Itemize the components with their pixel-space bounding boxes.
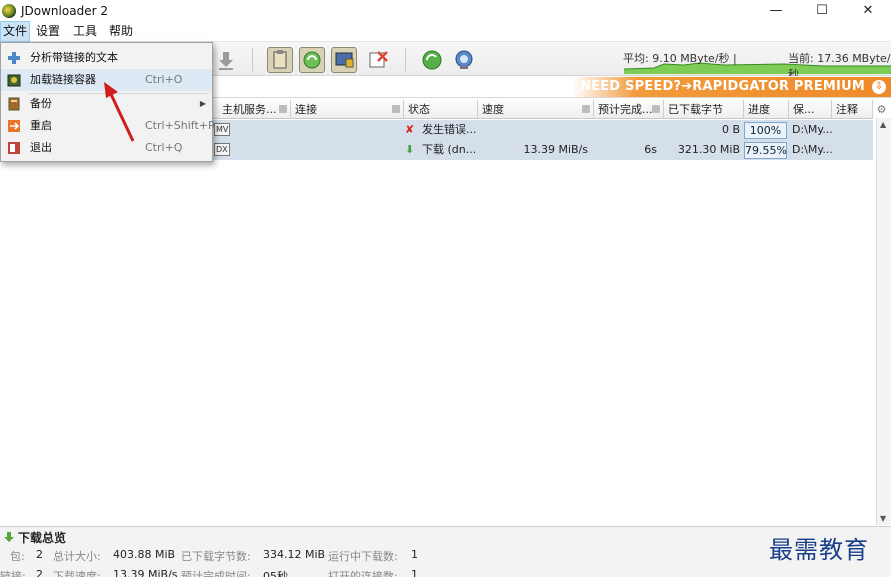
download-speed-value: 13.39 MiB/s (113, 568, 178, 577)
summary-line-1: 包: 2 总计大小: 403.88 MiB 已下载字节数: 334.12 MiB… (0, 548, 891, 563)
column-speed[interactable]: 速度 (478, 100, 594, 119)
download-table: 主机服务... 连接 状态 速度 预计完成... 已下载字节 进度 保... 注… (0, 98, 891, 525)
packages-label: 包: (10, 550, 25, 563)
scroll-up-icon[interactable]: ▲ (880, 120, 886, 129)
menu-item-label: 备份 (30, 97, 52, 110)
column-eta[interactable]: 预计完成... (594, 100, 664, 119)
clear-icon[interactable] (365, 47, 391, 73)
scroll-down-icon[interactable]: ▼ (880, 514, 886, 523)
menu-item-parse-text[interactable]: 分析带链接的文本 (1, 47, 212, 69)
premium-banner[interactable]: NEED SPEED?➔RAPIDGATOR PREMIUM ⇩ (573, 77, 891, 97)
menu-item-label: 重启 (30, 119, 52, 132)
links-label: 链接: (0, 570, 26, 577)
row-status: 发生错误... (422, 123, 477, 136)
annotation-arrow-icon (104, 82, 135, 142)
row-progress: 79.55% (744, 142, 787, 159)
column-progress[interactable]: 进度 (744, 100, 789, 119)
close-button[interactable]: ✕ (845, 0, 891, 21)
watermark-text: 最需教育 (769, 536, 869, 564)
row-loaded: 0 B (721, 123, 740, 136)
lock-icon (392, 105, 400, 113)
eta-value: 05秒 (263, 570, 288, 577)
row-save-to: D:\My... (792, 143, 832, 156)
row-save-to: D:\My... (792, 123, 832, 136)
menu-settings[interactable]: 设置 (34, 21, 62, 42)
premium-icon[interactable] (331, 47, 357, 73)
running-downloads-label: 运行中下载数: (328, 550, 398, 563)
loaded-bytes-value: 334.12 MiB (263, 548, 326, 561)
row-status: 下载 (dn... (422, 143, 477, 156)
open-connections-label: 打开的连接数: (328, 570, 398, 577)
menu-item-label: 分析带链接的文本 (30, 51, 118, 64)
menu-item-label: 退出 (30, 141, 52, 154)
menu-help[interactable]: 帮助 (107, 21, 135, 42)
column-save-to[interactable]: 保... (789, 100, 832, 119)
lock-icon (652, 105, 660, 113)
eta-label: 预计完成时间: (181, 570, 251, 577)
clipboard-icon[interactable] (267, 47, 293, 73)
hoster-badge: MV (214, 123, 231, 136)
download-arrow-icon: ⬇ (405, 143, 415, 156)
menu-item-label: 加载链接容器 (30, 73, 96, 86)
error-icon: ✘ (405, 123, 415, 136)
average-speed: 平均: 9.10 MByte/秒 | (623, 52, 737, 65)
packages-value: 2 (36, 548, 43, 561)
banner-text: NEED SPEED?➔RAPIDGATOR PREMIUM (580, 79, 865, 94)
column-loaded[interactable]: 已下载字节 (664, 100, 744, 119)
menu-item-shortcut: Ctrl+Shift+R (145, 119, 216, 132)
column-status[interactable]: 状态 (404, 100, 478, 119)
toolbar-separator (252, 48, 253, 72)
download-speed-label: 下载速度: (53, 570, 101, 577)
app-logo-icon (2, 3, 16, 18)
column-hoster[interactable]: 主机服务... (218, 100, 291, 119)
update-icon[interactable] (419, 47, 445, 73)
summary-line-2: 链接: 2 下载速度: 13.39 MiB/s 预计完成时间: 05秒 打开的连… (0, 568, 891, 577)
submenu-arrow-icon: ▶ (199, 99, 206, 108)
hoster-badge: DX (214, 143, 230, 156)
exit-icon (7, 141, 21, 155)
lock-icon (279, 105, 287, 113)
banner-arrow-icon: ⇩ (872, 80, 886, 94)
row-speed: 13.39 MiB/s (523, 143, 588, 156)
download-icon[interactable] (213, 47, 239, 73)
column-settings-gear-icon[interactable]: ⚙ (874, 100, 889, 119)
menu-item-shortcut: Ctrl+O (145, 73, 183, 86)
open-connections-value: 1 (411, 568, 418, 577)
row-progress: 100% (744, 122, 787, 139)
total-size-label: 总计大小: (53, 550, 101, 563)
menu-bar: 文件 设置 工具 帮助 (0, 21, 891, 42)
backup-icon (7, 97, 21, 111)
lock-icon (582, 105, 590, 113)
title-bar: JDownloader 2 — ☐ ✕ (0, 0, 891, 21)
vertical-scrollbar[interactable]: ▲ ▼ (876, 118, 891, 525)
total-size-value: 403.88 MiB (113, 548, 176, 561)
toolbar-separator (405, 48, 406, 72)
minimize-button[interactable]: — (753, 0, 799, 21)
summary-title: 下载总览 (4, 529, 66, 546)
loaded-bytes-label: 已下载字节数: (181, 550, 251, 563)
summary-download-icon (4, 532, 14, 542)
row-loaded: 321.30 MiB (677, 143, 740, 156)
menu-item-shortcut: Ctrl+Q (145, 141, 183, 154)
reconnect-icon[interactable] (299, 47, 325, 73)
row-eta: 6s (644, 143, 657, 156)
remote-icon[interactable] (451, 47, 477, 73)
maximize-button[interactable]: ☐ (799, 0, 845, 21)
load-container-icon (7, 73, 21, 87)
running-downloads-value: 1 (411, 548, 418, 561)
window-title: JDownloader 2 (21, 3, 108, 18)
restart-icon (7, 119, 21, 133)
menu-file[interactable]: 文件 (0, 21, 31, 42)
column-comment[interactable]: 注释 (832, 100, 873, 119)
menu-tools[interactable]: 工具 (71, 21, 99, 42)
links-value: 2 (36, 568, 43, 577)
download-summary-panel: 下载总览 包: 2 总计大小: 403.88 MiB 已下载字节数: 334.1… (0, 526, 891, 577)
plus-icon (7, 51, 21, 65)
column-connection[interactable]: 连接 (291, 100, 404, 119)
